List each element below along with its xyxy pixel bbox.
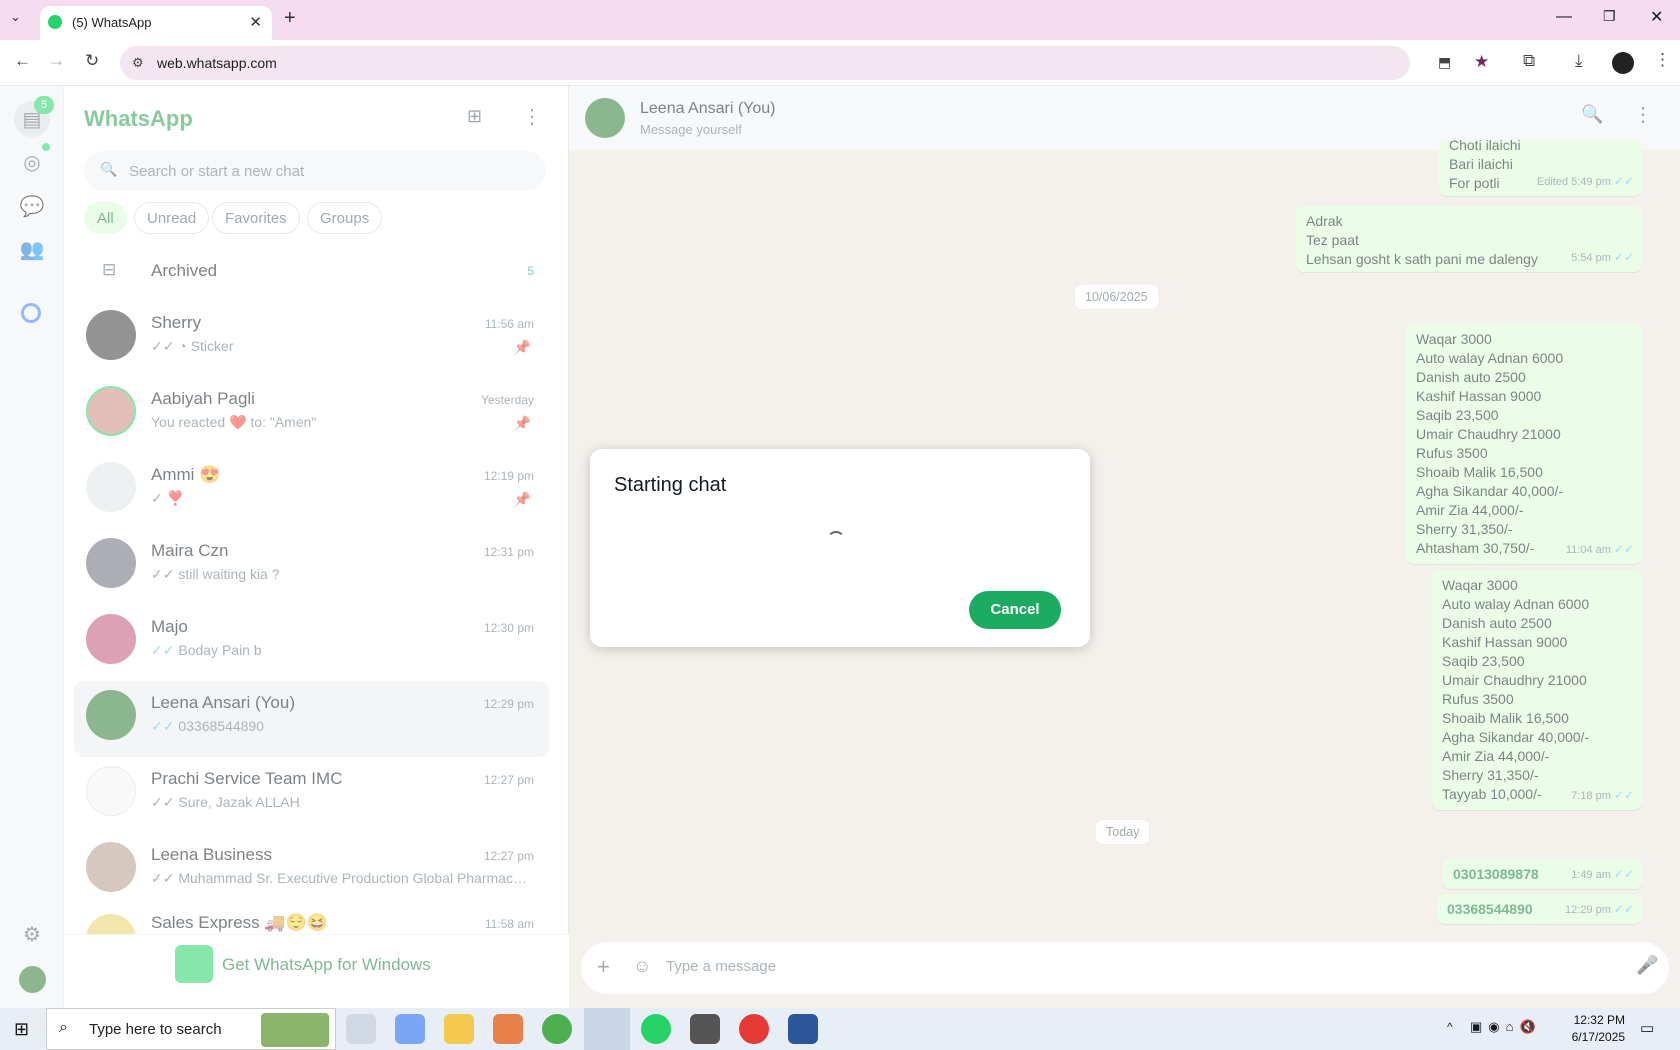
starting-chat-dialog: Starting chat Cancel bbox=[590, 449, 1090, 647]
cancel-button[interactable]: Cancel bbox=[969, 591, 1061, 629]
taskbar-search-placeholder: Type here to search bbox=[89, 1021, 222, 1038]
bookmark-star-icon[interactable]: ★ bbox=[1474, 52, 1489, 72]
task-view-icon[interactable] bbox=[346, 1014, 376, 1044]
browser-menu-icon[interactable]: ⋮ bbox=[1654, 50, 1671, 70]
whatsapp-icon[interactable] bbox=[641, 1014, 671, 1044]
tray-icons[interactable]: ▣◉⌂🔇 bbox=[1470, 1019, 1542, 1035]
clock-time: 12:32 PM bbox=[1573, 1013, 1625, 1027]
notifications-icon[interactable]: ▭ bbox=[1640, 1019, 1654, 1037]
close-window-icon[interactable]: ✕ bbox=[1650, 7, 1663, 27]
file-explorer-icon[interactable] bbox=[444, 1014, 474, 1044]
windows-start-icon[interactable]: ⊞ bbox=[14, 1019, 29, 1040]
browser-toolbar: ← → ↻ ⚙ web.whatsapp.com ⬒ ★ ⧉ ⤓ ⋮ bbox=[0, 40, 1680, 86]
dialog-title: Starting chat bbox=[614, 474, 727, 496]
clock-app-icon[interactable] bbox=[690, 1014, 720, 1044]
restore-icon[interactable]: ❐ bbox=[1603, 8, 1616, 25]
reload-icon[interactable]: ↻ bbox=[85, 51, 99, 71]
address-bar[interactable]: ⚙ web.whatsapp.com ⬒ ★ bbox=[120, 46, 1489, 80]
back-icon[interactable]: ← bbox=[14, 51, 31, 71]
windows-taskbar: ⊞ ⌕ Type here to search ^ ▣◉⌂🔇 12:32 PM … bbox=[0, 1008, 1680, 1050]
chrome-icon[interactable] bbox=[542, 1014, 572, 1044]
loading-spinner-icon bbox=[827, 531, 845, 549]
browser-tab-whatsapp[interactable]: (5) WhatsApp ✕ bbox=[40, 6, 272, 40]
url-text: web.whatsapp.com bbox=[157, 55, 277, 71]
copilot-icon[interactable] bbox=[395, 1014, 425, 1044]
new-tab-button[interactable]: + bbox=[284, 7, 296, 30]
downloads-icon[interactable]: ⤓ bbox=[1575, 51, 1583, 71]
close-tab-icon[interactable]: ✕ bbox=[249, 13, 262, 31]
chrome-profile-icon[interactable] bbox=[739, 1014, 769, 1044]
extensions-icon[interactable]: ⧉ bbox=[1523, 51, 1535, 71]
chrome-active-icon[interactable] bbox=[584, 1008, 630, 1050]
browser-tab-strip: ⌄ (5) WhatsApp ✕ + — ❐ ✕ bbox=[0, 0, 1680, 40]
minimize-icon[interactable]: — bbox=[1556, 8, 1572, 26]
tab-title: (5) WhatsApp bbox=[72, 15, 152, 30]
forward-icon[interactable]: → bbox=[48, 51, 65, 71]
install-app-icon[interactable]: ⬒ bbox=[1438, 54, 1451, 71]
whatsapp-favicon-icon bbox=[48, 15, 62, 29]
site-info-icon[interactable]: ⚙ bbox=[132, 55, 144, 71]
app-icon[interactable] bbox=[493, 1014, 523, 1044]
search-highlight-image bbox=[261, 1013, 329, 1047]
clock-date: 6/17/2025 bbox=[1571, 1030, 1625, 1044]
taskbar-clock[interactable]: 12:32 PM 6/17/2025 bbox=[1572, 1012, 1625, 1046]
taskbar-search[interactable]: ⌕ Type here to search bbox=[46, 1008, 336, 1050]
profile-avatar[interactable] bbox=[1612, 52, 1634, 74]
search-icon: ⌕ bbox=[59, 1019, 68, 1036]
word-icon[interactable] bbox=[788, 1014, 818, 1044]
tab-search-chevron-icon[interactable]: ⌄ bbox=[10, 9, 21, 25]
tray-chevron-icon[interactable]: ^ bbox=[1447, 1020, 1453, 1034]
